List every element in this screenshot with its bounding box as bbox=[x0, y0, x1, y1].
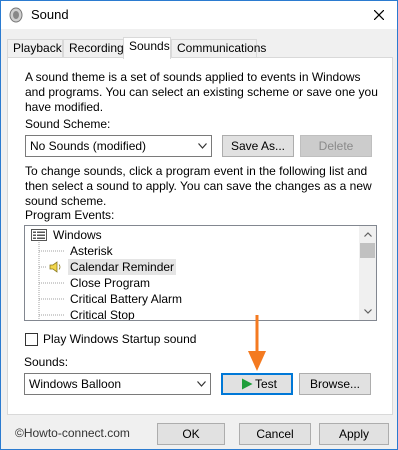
change-text-line3: sound scheme. bbox=[25, 194, 107, 208]
list-item-critical-stop[interactable]: Critical Stop bbox=[70, 307, 135, 321]
delete-button[interactable]: Delete bbox=[300, 135, 372, 157]
sound-scheme-label: Sound Scheme: bbox=[25, 117, 111, 131]
list-item-label: Close Program bbox=[70, 276, 151, 290]
tab-strip: Playback Recording Sounds Communications bbox=[7, 37, 393, 59]
list-item-asterisk[interactable]: Asterisk bbox=[70, 243, 113, 259]
sound-scheme-select[interactable]: No Sounds (modified) bbox=[25, 135, 212, 157]
list-item-close-program[interactable]: Close Program bbox=[70, 275, 150, 291]
chevron-up-icon bbox=[363, 232, 372, 237]
list-item-label: Calendar Reminder bbox=[68, 259, 177, 275]
sound-scheme-value: No Sounds (modified) bbox=[30, 139, 147, 153]
sound-value: Windows Balloon bbox=[29, 377, 122, 391]
chevron-down-icon bbox=[198, 143, 207, 149]
windows-events-icon bbox=[31, 229, 47, 241]
watermark-text: ©Howto-connect.com bbox=[15, 426, 130, 440]
title-bar: Sound bbox=[1, 1, 397, 29]
list-item-label: Windows bbox=[53, 228, 102, 242]
browse-button[interactable]: Browse... bbox=[299, 373, 371, 395]
chevron-down-icon bbox=[197, 381, 206, 387]
list-item-label: Critical Stop bbox=[70, 308, 135, 321]
tab-recording[interactable]: Recording bbox=[63, 39, 126, 58]
program-events-list[interactable]: Windows Asterisk Calendar Reminder Close… bbox=[24, 225, 377, 321]
close-icon bbox=[374, 10, 384, 20]
cancel-button[interactable]: Cancel bbox=[239, 423, 311, 445]
speaker-icon bbox=[9, 7, 23, 23]
arrow-annotation-icon bbox=[248, 315, 266, 371]
sounds-label: Sounds: bbox=[24, 355, 69, 369]
speaker-icon bbox=[49, 261, 61, 273]
window-title: Sound bbox=[31, 7, 69, 22]
apply-button[interactable]: Apply bbox=[319, 423, 389, 445]
sound-select[interactable]: Windows Balloon bbox=[24, 373, 211, 395]
list-item-critical-battery-alarm[interactable]: Critical Battery Alarm bbox=[70, 291, 182, 307]
chevron-down-icon bbox=[363, 309, 372, 314]
list-item-label: Asterisk bbox=[70, 244, 113, 258]
test-button[interactable]: Test bbox=[221, 373, 293, 395]
intro-text-line1: A sound theme is a set of sounds applied… bbox=[25, 70, 361, 84]
save-as-button[interactable]: Save As... bbox=[222, 135, 294, 157]
tab-playback[interactable]: Playback bbox=[7, 39, 63, 58]
scroll-down-button[interactable] bbox=[359, 303, 376, 320]
list-item-label: Critical Battery Alarm bbox=[70, 292, 183, 306]
program-events-label: Program Events: bbox=[25, 208, 115, 222]
sound-dialog: Sound Playback Recording Sounds Communic… bbox=[0, 0, 398, 450]
scroll-up-button[interactable] bbox=[359, 226, 376, 243]
change-text-line1: To change sounds, click a program event … bbox=[25, 164, 368, 178]
intro-text-line3: have modified. bbox=[25, 100, 104, 114]
tab-communications[interactable]: Communications bbox=[171, 39, 266, 58]
ok-button[interactable]: OK bbox=[157, 423, 225, 445]
startup-sound-checkbox[interactable] bbox=[25, 333, 38, 346]
tab-sounds[interactable]: Sounds bbox=[123, 37, 171, 59]
intro-text-line2: and programs. You can select an existing… bbox=[25, 85, 378, 99]
change-text-line2: then select a sound to apply. You can sa… bbox=[25, 179, 372, 193]
play-icon bbox=[242, 378, 253, 390]
close-button[interactable] bbox=[367, 4, 391, 26]
list-item-calendar-reminder[interactable]: Calendar Reminder bbox=[47, 259, 177, 275]
test-label: Test bbox=[255, 377, 278, 391]
events-scrollbar[interactable] bbox=[359, 226, 376, 320]
scroll-thumb[interactable] bbox=[360, 243, 375, 258]
startup-sound-label: Play Windows Startup sound bbox=[43, 332, 197, 346]
